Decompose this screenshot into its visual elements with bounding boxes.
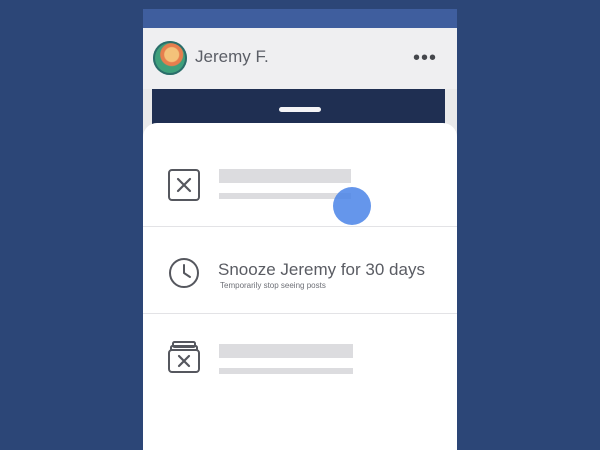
avatar[interactable] — [153, 41, 187, 75]
action-sheet: Snooze Jeremy for 30 days Temporarily st… — [143, 123, 457, 450]
more-options-icon[interactable]: ••• — [413, 48, 437, 68]
menu-item-title-placeholder — [219, 344, 353, 358]
menu-item-unfollow[interactable] — [143, 314, 457, 414]
unfollow-icon — [168, 341, 200, 373]
touch-indicator — [333, 187, 371, 225]
snooze-subtitle: Temporarily stop seeing posts — [220, 281, 326, 290]
close-box-icon — [168, 169, 200, 201]
menu-item-subtitle-placeholder — [219, 193, 351, 199]
post-header: Jeremy F. ••• — [143, 28, 457, 89]
menu-item-title-placeholder — [219, 169, 351, 183]
snooze-title: Snooze Jeremy for 30 days — [218, 260, 425, 279]
menu-item-snooze[interactable]: Snooze Jeremy for 30 days Temporarily st… — [143, 227, 457, 313]
app-top-bar — [143, 9, 457, 28]
sheet-drag-handle[interactable] — [279, 107, 321, 112]
clock-icon — [168, 257, 200, 289]
menu-item-hide-post[interactable] — [143, 123, 457, 226]
post-author-name[interactable]: Jeremy F. — [195, 47, 269, 67]
menu-item-subtitle-placeholder — [219, 368, 353, 374]
